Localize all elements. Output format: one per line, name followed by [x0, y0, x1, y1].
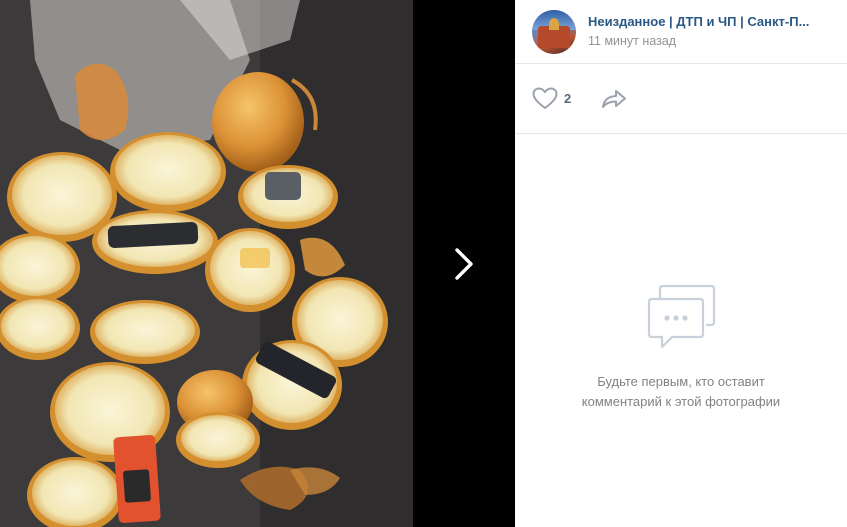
- like-button[interactable]: 2: [532, 87, 571, 110]
- chevron-right-icon: [455, 247, 473, 280]
- community-avatar[interactable]: [532, 9, 576, 54]
- author-link[interactable]: Неизданное | ДТП и ЧП | Санкт-П...: [588, 13, 838, 30]
- like-count: 2: [564, 91, 572, 106]
- next-photo-button[interactable]: [413, 0, 515, 527]
- post-meta: Неизданное | ДТП и ЧП | Санкт-П... 11 ми…: [588, 13, 838, 50]
- post-time[interactable]: 11 минут назад: [588, 33, 838, 50]
- photo-image[interactable]: [0, 0, 413, 527]
- photo-viewer: [0, 0, 515, 527]
- photo-sidebar: Неизданное | ДТП и ЧП | Санкт-П... 11 ми…: [515, 0, 847, 527]
- post-header: Неизданное | ДТП и ЧП | Санкт-П... 11 ми…: [515, 0, 847, 64]
- comments-bubble-icon: [647, 284, 716, 349]
- comments-empty-state: Будьте первым, кто оставит комментарий к…: [515, 284, 847, 412]
- share-arrow-icon: [602, 89, 627, 108]
- avatar-dome: [549, 17, 559, 30]
- share-button[interactable]: [601, 89, 627, 109]
- empty-comments-line1: Будьте первым, кто оставит: [597, 374, 765, 389]
- empty-comments-text: Будьте первым, кто оставит комментарий к…: [515, 372, 847, 412]
- heart-icon: [532, 87, 558, 110]
- post-actions: 2: [515, 64, 847, 134]
- empty-comments-line2: комментарий к этой фотографии: [581, 394, 781, 409]
